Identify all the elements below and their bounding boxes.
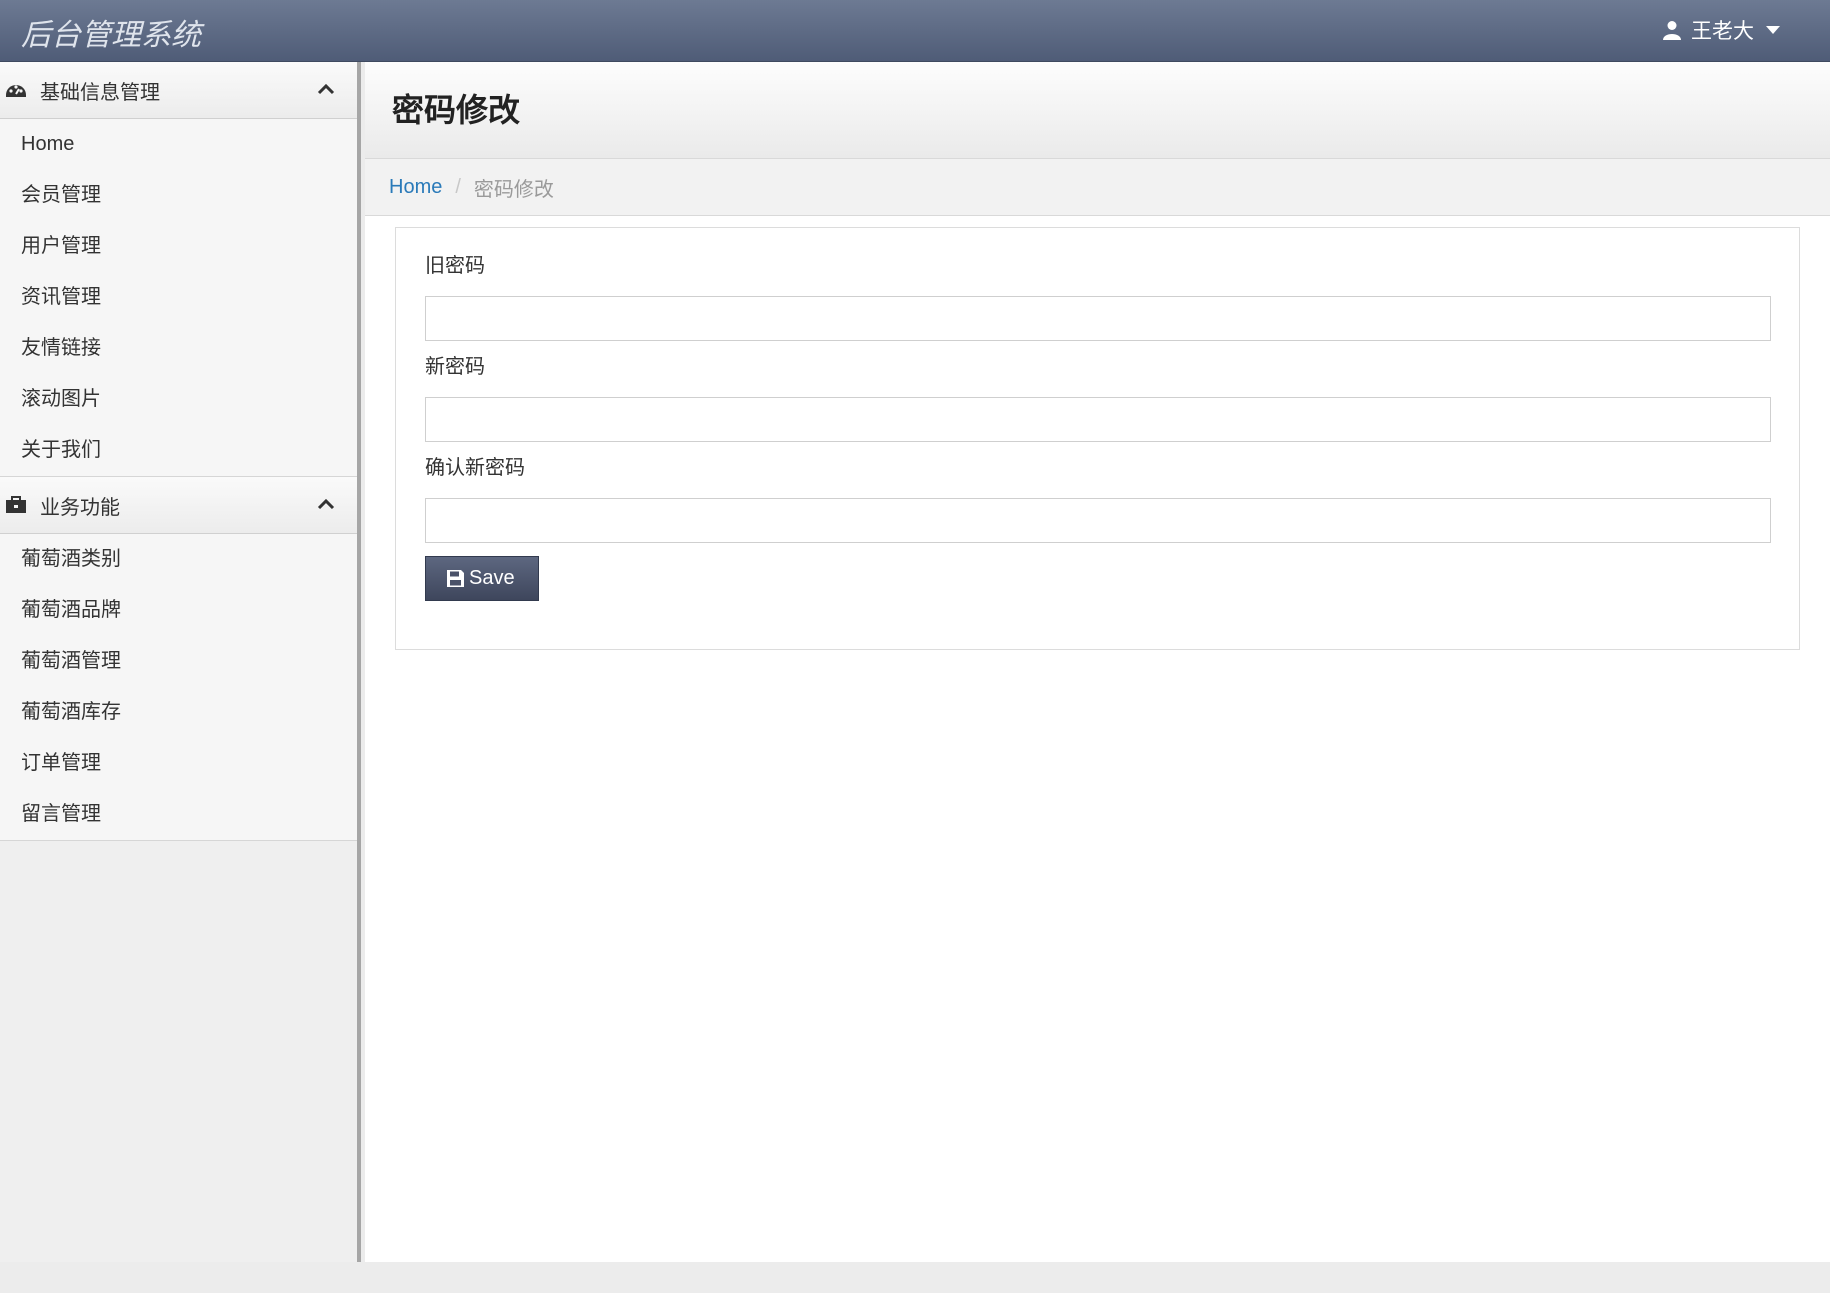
sidebar-item-wine-management[interactable]: 葡萄酒管理	[0, 636, 357, 687]
sidebar-item-users[interactable]: 用户管理	[0, 221, 357, 272]
new-password-field[interactable]	[425, 397, 1771, 442]
confirm-password-field[interactable]	[425, 498, 1771, 543]
user-menu[interactable]: 王老大	[1663, 14, 1780, 46]
sidebar-item-links[interactable]: 友情链接	[0, 323, 357, 374]
nav-group-header-basic[interactable]: 基础信息管理	[0, 62, 357, 119]
sidebar-item-news[interactable]: 资讯管理	[0, 272, 357, 323]
top-navbar: 后台管理系统 王老大	[0, 0, 1830, 62]
breadcrumb-separator: /	[455, 175, 461, 198]
sidebar-item-wine-brand[interactable]: 葡萄酒品牌	[0, 585, 357, 636]
breadcrumb-home-link[interactable]: Home	[389, 176, 442, 199]
password-form-panel: 旧密码 新密码 确认新密码 Save	[395, 227, 1800, 650]
sidebar-item-messages[interactable]: 留言管理	[0, 789, 357, 840]
sidebar-item-slides[interactable]: 滚动图片	[0, 374, 357, 425]
old-password-label: 旧密码	[425, 255, 485, 277]
save-button[interactable]: Save	[425, 556, 539, 601]
nav-group-basic: 基础信息管理 Home 会员管理 用户管理 资讯管理 友情链接 滚动图片 关于我…	[0, 62, 357, 477]
nav-group-business: 业务功能 葡萄酒类别 葡萄酒品牌 葡萄酒管理 葡萄酒库存 订单管理 留言管理	[0, 477, 357, 841]
old-password-field[interactable]	[425, 296, 1771, 341]
app-brand[interactable]: 后台管理系统	[21, 10, 201, 54]
nav-group-title: 基础信息管理	[40, 81, 160, 104]
sidebar: 基础信息管理 Home 会员管理 用户管理 资讯管理 友情链接 滚动图片 关于我…	[0, 62, 361, 1262]
confirm-password-label: 确认新密码	[425, 457, 525, 479]
sidebar-item-wine-inventory[interactable]: 葡萄酒库存	[0, 687, 357, 738]
sidebar-item-orders[interactable]: 订单管理	[0, 738, 357, 789]
caret-down-icon	[1766, 26, 1780, 34]
nav-group-title: 业务功能	[40, 496, 120, 519]
briefcase-icon	[6, 496, 26, 513]
chevron-up-icon[interactable]	[317, 80, 335, 98]
user-icon	[1663, 21, 1681, 40]
sidebar-item-members[interactable]: 会员管理	[0, 170, 357, 221]
sidebar-item-home[interactable]: Home	[0, 119, 357, 170]
new-password-label: 新密码	[425, 356, 485, 378]
page-title: 密码修改	[392, 92, 521, 128]
nav-group-header-business[interactable]: 业务功能	[0, 477, 357, 534]
chevron-up-icon[interactable]	[317, 495, 335, 513]
page-header: 密码修改	[365, 62, 1830, 159]
sidebar-item-about[interactable]: 关于我们	[0, 425, 357, 476]
main-content: 密码修改 Home / 密码修改 旧密码 新密码 确认新密码 Save	[365, 62, 1830, 1262]
save-button-label: Save	[469, 567, 515, 589]
floppy-disk-icon	[447, 570, 464, 587]
breadcrumb: Home / 密码修改	[365, 159, 1830, 216]
dashboard-icon	[6, 85, 26, 97]
sidebar-item-wine-category[interactable]: 葡萄酒类别	[0, 534, 357, 585]
user-name: 王老大	[1691, 20, 1754, 43]
breadcrumb-current: 密码修改	[473, 178, 554, 201]
